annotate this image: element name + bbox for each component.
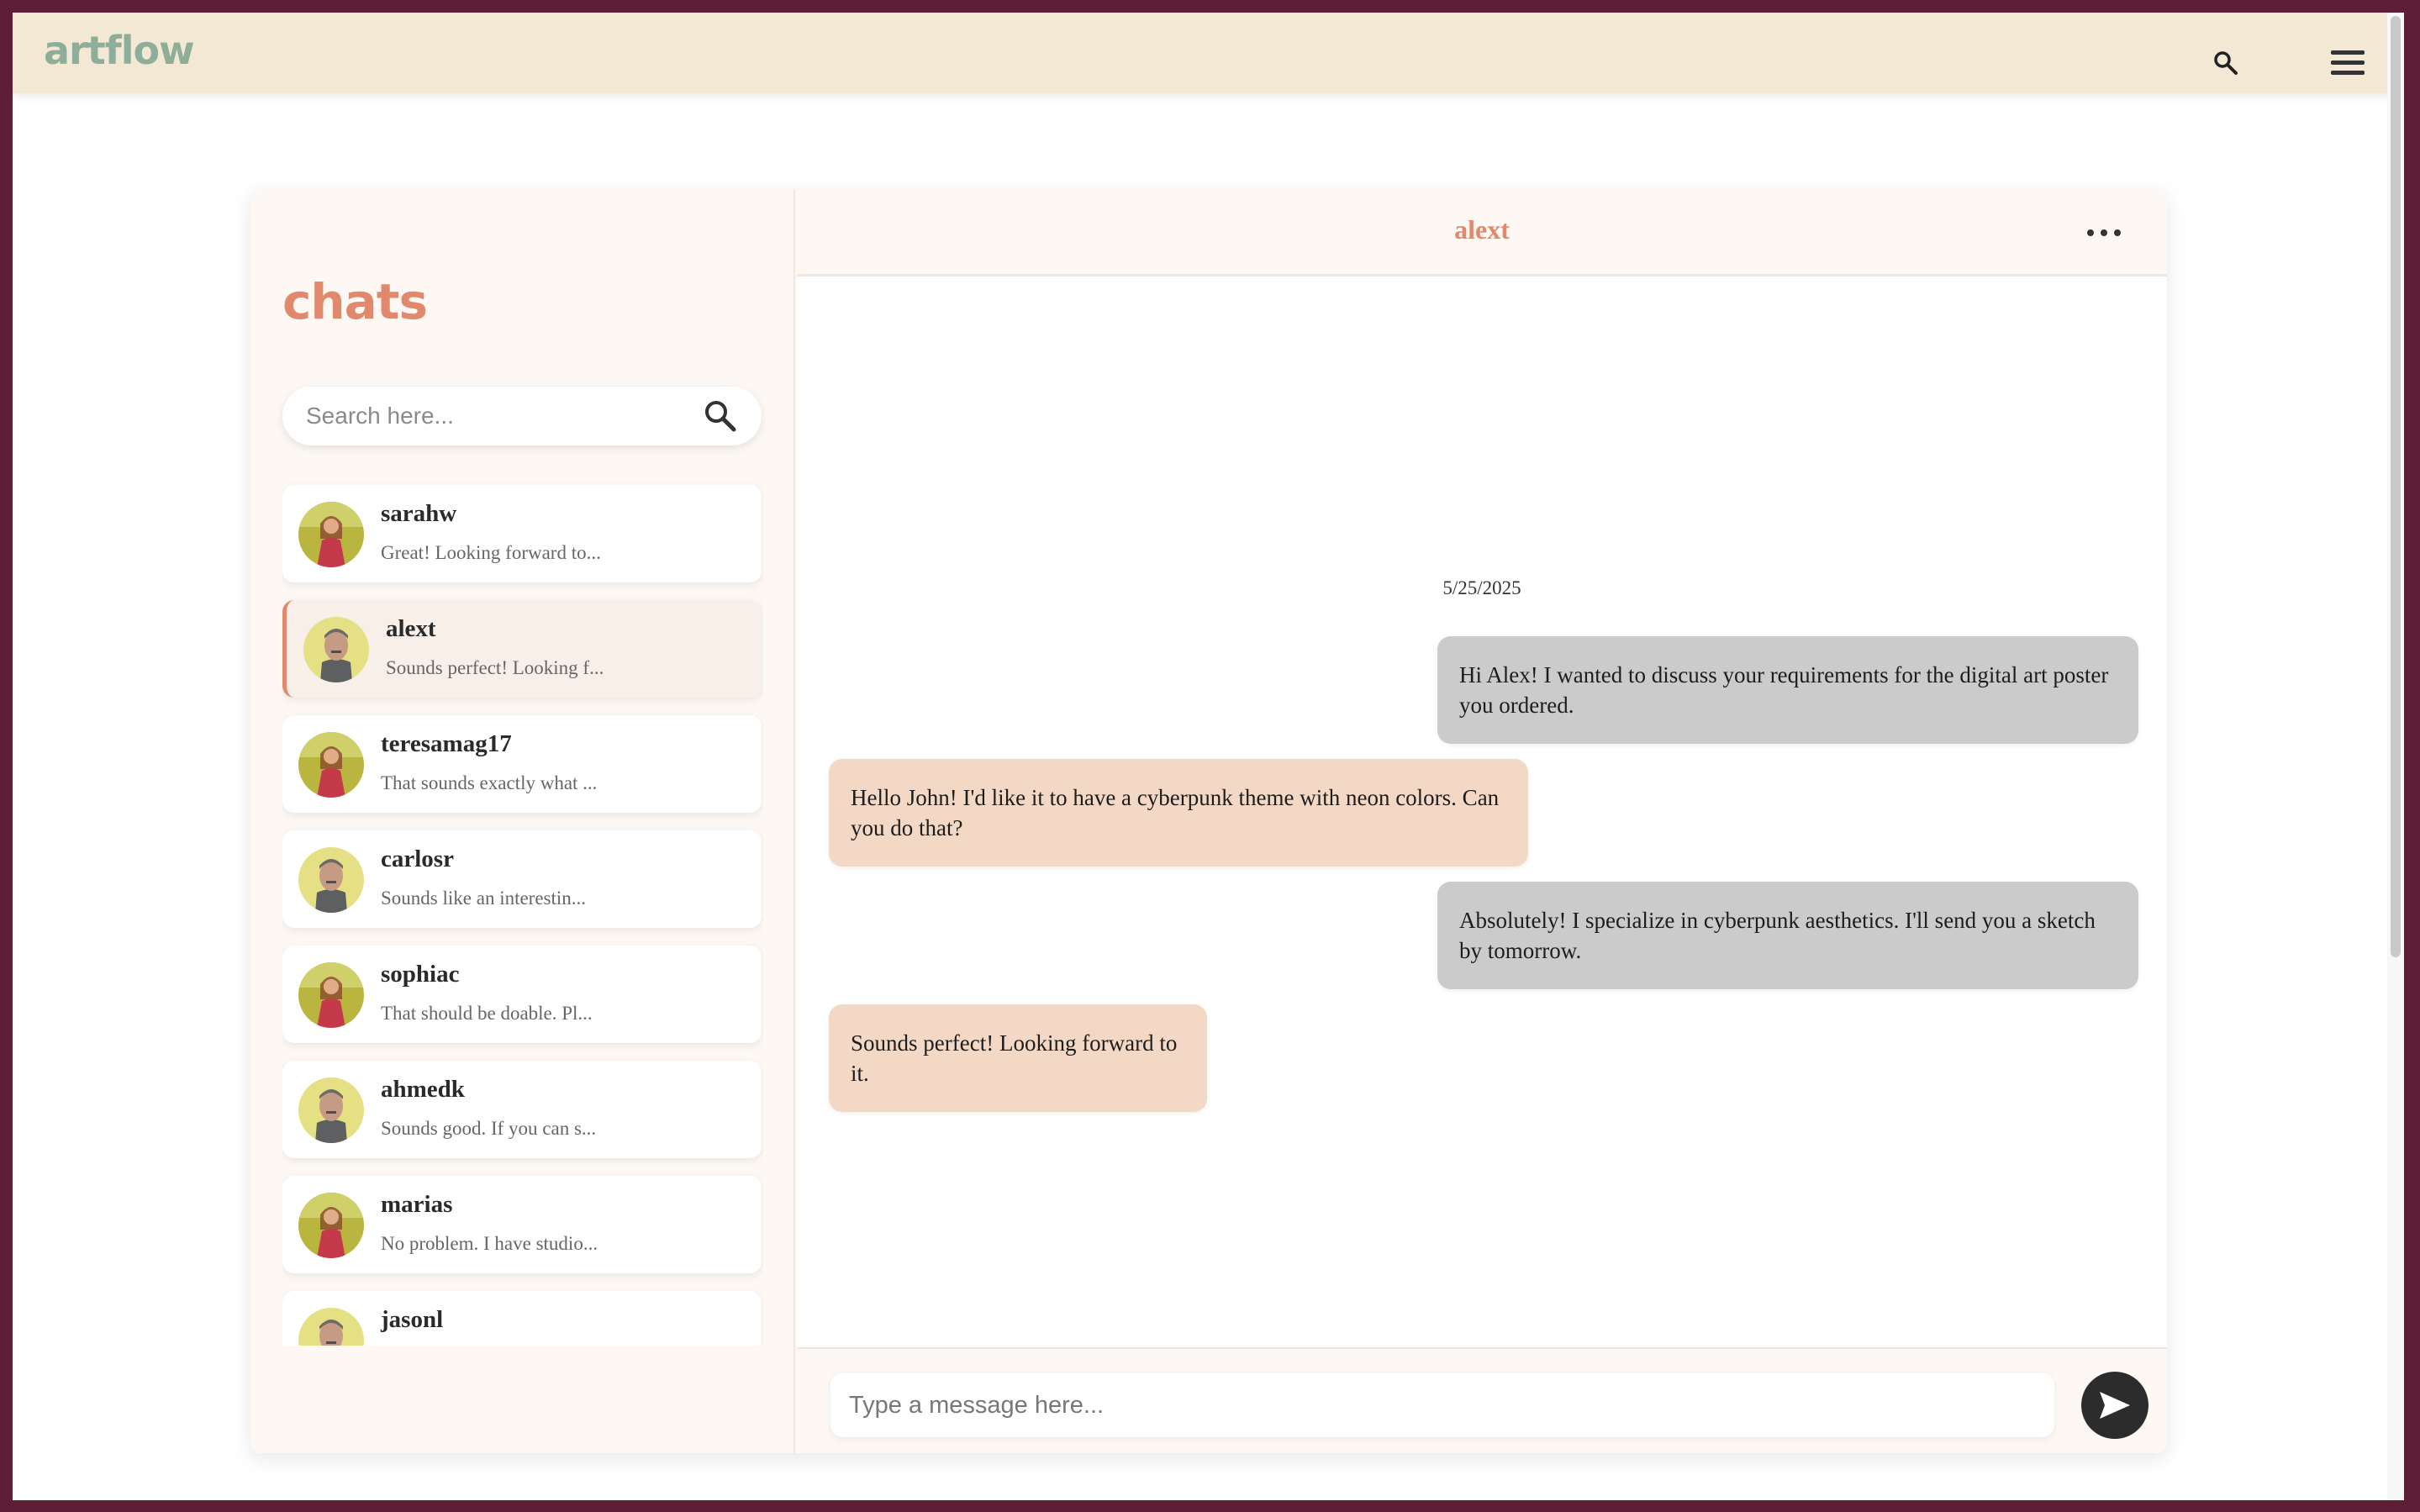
chat-name: sarahw xyxy=(381,500,457,527)
top-navbar: artflow xyxy=(13,13,2404,93)
search-icon[interactable] xyxy=(703,398,738,434)
chat-name: ahmedk xyxy=(381,1076,465,1103)
send-button[interactable] xyxy=(2081,1372,2148,1439)
chat-item-sophiac[interactable]: sophiac That should be doable. Pl... xyxy=(282,946,762,1043)
chat-preview: No problem. I have studio... xyxy=(381,1233,598,1254)
chat-preview: That sounds exactly what ... xyxy=(381,772,598,793)
hamburger-menu-icon[interactable] xyxy=(2331,50,2365,77)
message-composer xyxy=(797,1347,2167,1453)
man-avatar xyxy=(298,1077,364,1143)
chat-item-sarahw[interactable]: sarahw Great! Looking forward to... xyxy=(282,485,762,582)
chat-name: jasonl xyxy=(381,1306,444,1333)
browser-viewport: artflow chats Search here... sarahw Grea… xyxy=(13,13,2404,1500)
conversation-panel: alext 5/25/2025 Hi Alex! I wanted to dis… xyxy=(797,189,2167,1453)
date-separator: 5/25/2025 xyxy=(1442,577,1521,598)
message-received: Sounds perfect! Looking forward to it. xyxy=(829,1004,1207,1112)
chat-preview: Sounds good. If you can s... xyxy=(381,1118,597,1139)
chat-preview: Great! Looking forward to... xyxy=(381,542,601,563)
woman-avatar xyxy=(298,1193,364,1258)
woman-avatar xyxy=(298,502,364,567)
search-icon[interactable] xyxy=(2213,50,2243,81)
more-options-icon[interactable] xyxy=(2087,229,2124,238)
chat-item-jasonl[interactable]: jasonl xyxy=(282,1291,762,1346)
chat-preview: Sounds like an interestin... xyxy=(381,888,587,909)
woman-avatar xyxy=(298,962,364,1028)
conversation-title: alext xyxy=(1454,214,1510,245)
artflow-logo[interactable]: artflow xyxy=(44,28,195,73)
chat-search-box xyxy=(282,387,762,445)
man-avatar xyxy=(303,617,369,682)
message-sent: Hi Alex! I wanted to discuss your requir… xyxy=(1437,636,2138,744)
chat-sidebar: chats Search here... sarahw Great! Looki… xyxy=(250,189,795,1453)
man-avatar xyxy=(298,847,364,913)
chat-name: marias xyxy=(381,1191,453,1218)
message-received: Hello John! I'd like it to have a cyberp… xyxy=(829,759,1528,867)
scrollbar-thumb[interactable] xyxy=(2391,16,2401,957)
chat-search-input[interactable] xyxy=(306,387,693,445)
chat-item-teresamag17[interactable]: teresamag17 That sounds exactly what ... xyxy=(282,715,762,813)
chat-preview: Sounds perfect! Looking f... xyxy=(386,657,604,678)
send-icon xyxy=(2100,1392,2130,1419)
page-scrollbar[interactable] xyxy=(2387,13,2404,1500)
chat-item-ahmedk[interactable]: ahmedk Sounds good. If you can s... xyxy=(282,1061,762,1158)
chat-preview: That should be doable. Pl... xyxy=(381,1003,593,1024)
chat-name: carlosr xyxy=(381,846,454,872)
conversation-header: alext xyxy=(797,189,2167,277)
chat-name: sophiac xyxy=(381,961,460,988)
chat-name: teresamag17 xyxy=(381,730,512,757)
message-input[interactable] xyxy=(830,1373,2054,1437)
chat-item-carlosr[interactable]: carlosr Sounds like an interestin... xyxy=(282,830,762,928)
man-avatar xyxy=(298,1308,364,1346)
sidebar-title: chats xyxy=(282,273,428,330)
chat-list: sarahw Great! Looking forward to... alex… xyxy=(282,475,763,1346)
woman-avatar xyxy=(298,732,364,798)
message-sent: Absolutely! I specialize in cyberpunk ae… xyxy=(1437,882,2138,989)
chat-item-marias[interactable]: marias No problem. I have studio... xyxy=(282,1176,762,1273)
chat-item-alext[interactable]: alext Sounds perfect! Looking f... xyxy=(282,600,762,698)
chat-app-card: chats Search here... sarahw Great! Looki… xyxy=(250,189,2167,1453)
chat-name: alext xyxy=(386,615,436,642)
